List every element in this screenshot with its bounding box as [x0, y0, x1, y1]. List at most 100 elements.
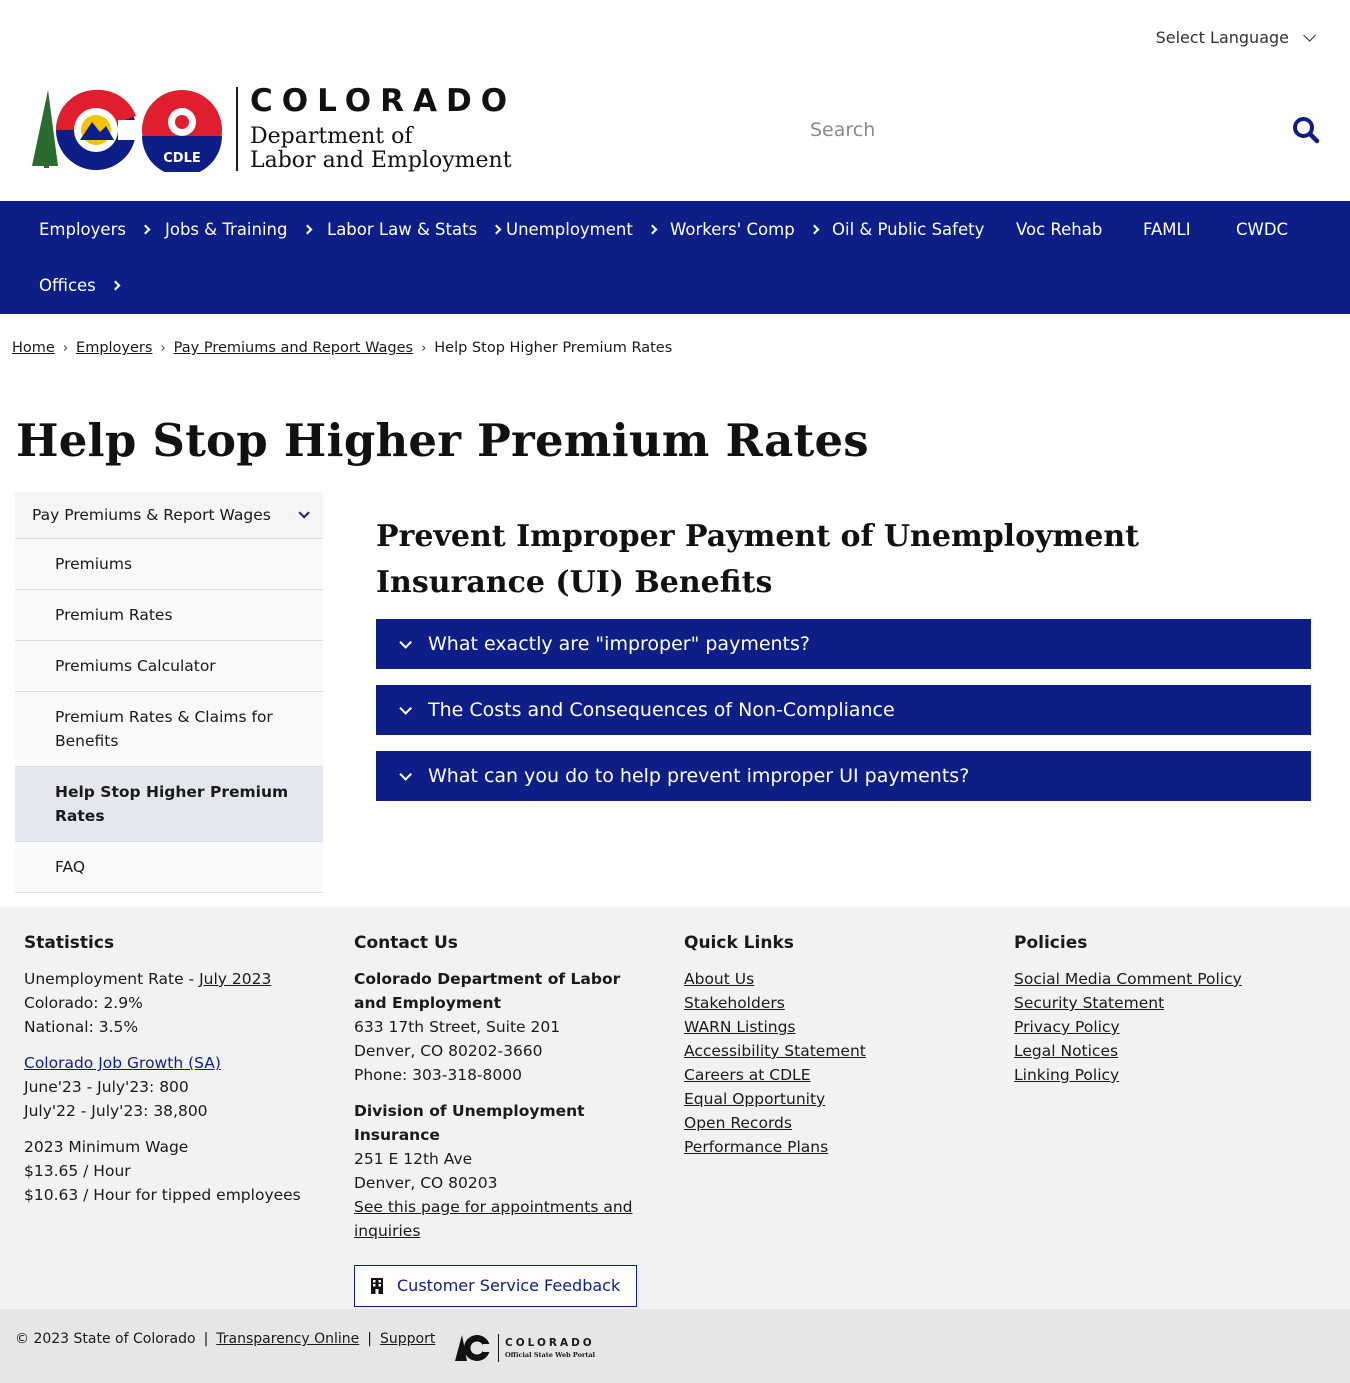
policy-linking[interactable]: Linking Policy [1014, 1063, 1334, 1087]
rate-prefix: Unemployment Rate - [24, 970, 200, 988]
logo-badge-text: CDLE [163, 151, 201, 166]
breadcrumb-employers-link[interactable]: Employers [76, 340, 152, 356]
breadcrumb: Home › Employers › Pay Premiums and Repo… [12, 340, 672, 356]
accordion-title: What can you do to help prevent improper… [428, 765, 970, 787]
footer-policies: Policies Social Media Comment Policy Sec… [1014, 931, 1334, 1087]
chevron-right-icon [809, 224, 820, 235]
footer-quick-links-title: Quick Links [684, 933, 794, 953]
quick-link-about-us[interactable]: About Us [684, 967, 984, 991]
breadcrumb-separator-icon: › [160, 340, 166, 356]
chevron-down-icon [399, 767, 412, 781]
accordion-prevent-payments[interactable]: What can you do to help prevent improper… [376, 751, 1311, 801]
quick-link-accessibility[interactable]: Accessibility Statement [684, 1039, 984, 1063]
accordion-title: What exactly are "improper" payments? [428, 633, 810, 655]
nav-item-label: Oil & Public Safety [832, 220, 985, 239]
footer-contact: Contact Us Colorado Department of Labor … [354, 931, 644, 1307]
footer-quick-links: Quick Links About Us Stakeholders WARN L… [684, 931, 984, 1159]
nav-item-jobs-training[interactable]: Jobs & Training [165, 220, 312, 239]
nav-item-label: CWDC [1236, 220, 1289, 239]
support-link[interactable]: Support [380, 1331, 435, 1347]
sub-footer-separator: | [367, 1331, 373, 1347]
appointments-link[interactable]: See this page for appointments and inqui… [354, 1195, 644, 1243]
portal-subtitle: Official State Web Portal [505, 1351, 596, 1359]
division-address-1: 251 E 12th Ave [354, 1150, 473, 1168]
cdle-logo[interactable]: CDLE COLORADO Department of Labor and Em… [28, 84, 516, 174]
breadcrumb-pay-premiums-link[interactable]: Pay Premiums and Report Wages [174, 340, 413, 356]
side-menu-item-help-stop[interactable]: Help Stop Higher Premium Rates [15, 767, 323, 842]
min-wage-regular: $13.65 / Hour [24, 1162, 131, 1180]
min-wage-title: 2023 Minimum Wage [24, 1138, 189, 1156]
logo-state-name: COLORADO [250, 83, 517, 119]
contact-org: Colorado Department of Labor and Employm… [354, 970, 621, 1012]
chevron-right-icon [302, 224, 312, 235]
nav-item-workers-comp[interactable]: Workers' Comp [670, 220, 820, 239]
footer-statistics-title: Statistics [24, 933, 115, 953]
side-menu-header-label: Pay Premiums & Report Wages [32, 506, 271, 524]
nav-item-unemployment[interactable]: Unemployment [506, 220, 658, 239]
footer-policies-title: Policies [1014, 933, 1088, 953]
quick-link-stakeholders[interactable]: Stakeholders [684, 991, 984, 1015]
building-icon [371, 1278, 383, 1294]
logo-dept-line2: Labor and Employment [250, 148, 512, 173]
logo-divider [236, 87, 238, 171]
contact-address-2: Denver, CO 80202-3660 [354, 1042, 543, 1060]
portal-state-name: COLORADO [505, 1337, 595, 1349]
quick-link-equal-opportunity[interactable]: Equal Opportunity [684, 1087, 984, 1111]
policy-legal-notices[interactable]: Legal Notices [1014, 1039, 1334, 1063]
breadcrumb-current: Help Stop Higher Premium Rates [434, 340, 673, 356]
language-select-label: Select Language [1155, 28, 1289, 47]
search-input[interactable] [810, 119, 1280, 141]
colorado-portal-logo[interactable]: COLORADO Official State Web Portal [454, 1333, 595, 1363]
nav-item-label: FAMLI [1143, 220, 1191, 239]
quick-link-open-records[interactable]: Open Records [684, 1111, 984, 1135]
unemployment-rate-line: Unemployment Rate - July 2023 [24, 967, 324, 991]
side-menu: Pay Premiums & Report Wages Premiums Pre… [15, 492, 323, 893]
side-menu-item-premiums[interactable]: Premiums [15, 539, 323, 590]
nav-item-voc-rehab[interactable]: Voc Rehab [1016, 220, 1102, 239]
accordion-improper-payments[interactable]: What exactly are "improper" payments? [376, 619, 1311, 669]
growth-yearly: July'22 - July'23: 38,800 [24, 1102, 208, 1120]
breadcrumb-separator-icon: › [62, 340, 69, 356]
quick-link-careers[interactable]: Careers at CDLE [684, 1063, 984, 1087]
policy-security[interactable]: Security Statement [1014, 991, 1334, 1015]
side-menu-item-faq[interactable]: FAQ [15, 842, 323, 893]
nav-item-labor-law-stats[interactable]: Labor Law & Stats [327, 220, 502, 239]
contact-phone: Phone: 303-318-8000 [354, 1066, 522, 1084]
footer-statistics: Statistics Unemployment Rate - July 2023… [24, 931, 324, 1207]
customer-feedback-button[interactable]: Customer Service Feedback [354, 1265, 638, 1307]
accordion-costs-consequences[interactable]: The Costs and Consequences of Non-Compli… [376, 685, 1311, 735]
nav-item-cwdc[interactable]: CWDC [1236, 220, 1288, 239]
nav-item-label: Unemployment [506, 220, 633, 239]
nav-item-offices[interactable]: Offices [39, 276, 121, 295]
nav-item-label: Offices [39, 276, 96, 295]
rate-month-link[interactable]: July 2023 [199, 970, 271, 988]
copyright: © 2023 State of Colorado [15, 1331, 196, 1347]
footer-contact-title: Contact Us [354, 933, 458, 953]
nav-item-famli[interactable]: FAMLI [1143, 220, 1191, 239]
side-menu-item-premiums-calculator[interactable]: Premiums Calculator [15, 641, 323, 692]
page-title: Help Stop Higher Premium Rates [16, 414, 869, 467]
side-menu-item-premium-rates[interactable]: Premium Rates [15, 590, 323, 641]
language-select[interactable]: Select Language [1155, 28, 1316, 47]
policy-social-media[interactable]: Social Media Comment Policy [1014, 967, 1334, 991]
colorado-c-logo-icon: CDLE [32, 89, 222, 172]
search-icon[interactable] [1292, 116, 1320, 148]
portal-divider [498, 1334, 499, 1362]
sub-footer-links: © 2023 State of Colorado | Transparency … [15, 1331, 435, 1347]
chevron-right-icon [647, 224, 658, 235]
nav-item-employers[interactable]: Employers [39, 220, 151, 239]
side-menu-item-rates-claims[interactable]: Premium Rates & Claims for Benefits [15, 692, 323, 767]
side-menu-header[interactable]: Pay Premiums & Report Wages [15, 492, 323, 539]
chevron-down-icon [399, 701, 412, 715]
nav-item-label: Voc Rehab [1016, 220, 1103, 239]
chevron-right-icon [140, 224, 151, 235]
quick-link-warn-listings[interactable]: WARN Listings [684, 1015, 984, 1039]
quick-link-performance-plans[interactable]: Performance Plans [684, 1135, 984, 1159]
nav-item-oil-public-safety[interactable]: Oil & Public Safety [832, 220, 984, 239]
breadcrumb-separator-icon: › [421, 340, 427, 356]
transparency-online-link[interactable]: Transparency Online [216, 1331, 359, 1347]
breadcrumb-home-link[interactable]: Home [12, 340, 55, 356]
policy-privacy[interactable]: Privacy Policy [1014, 1015, 1334, 1039]
chevron-down-icon [1303, 29, 1316, 42]
job-growth-link[interactable]: Colorado Job Growth (SA) [24, 1051, 324, 1075]
